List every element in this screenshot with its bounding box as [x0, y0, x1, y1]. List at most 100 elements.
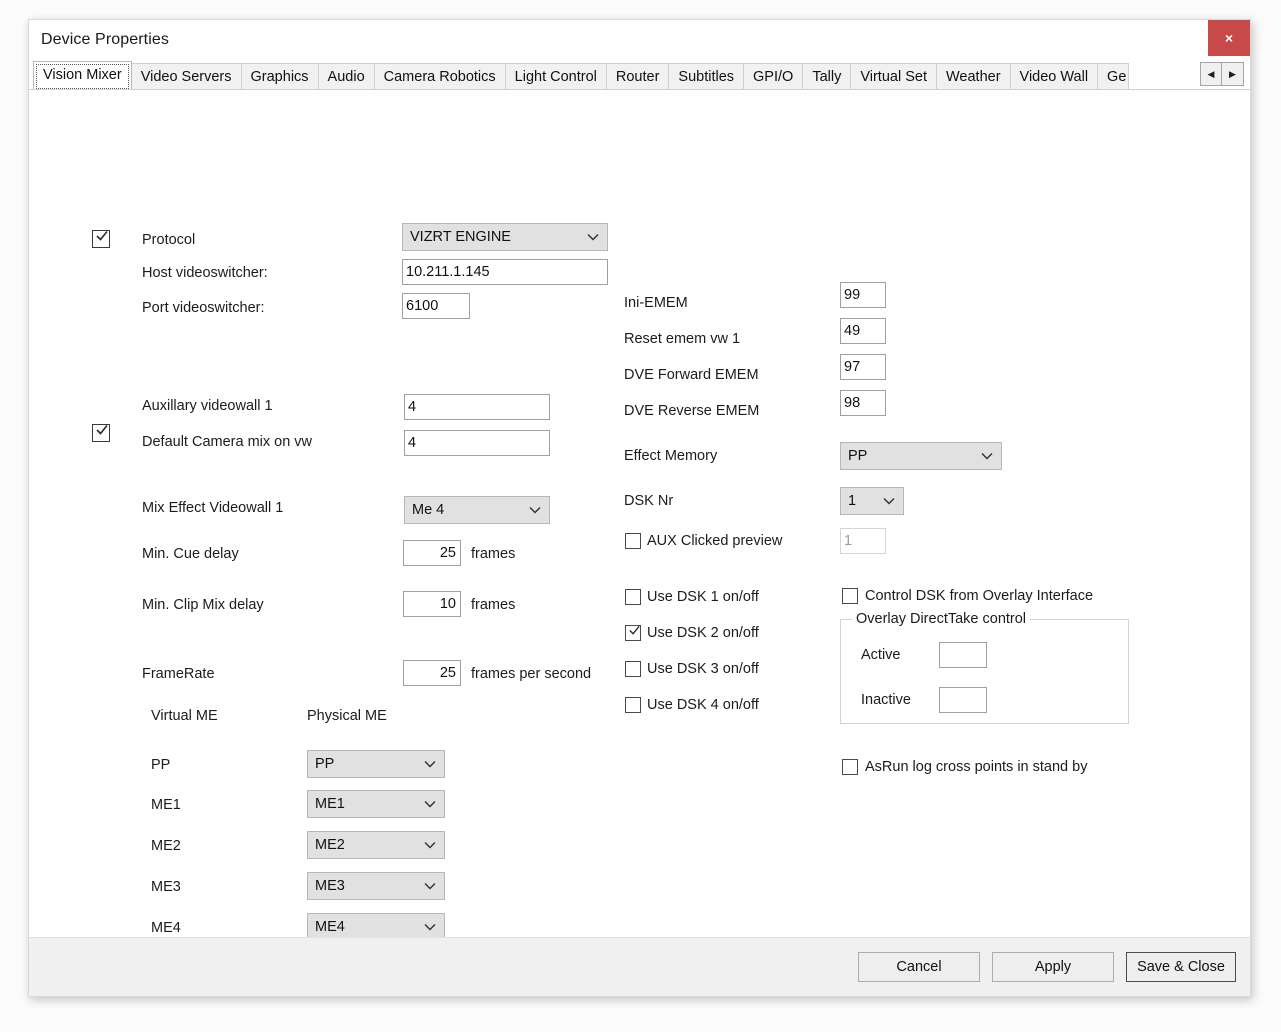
min-cue-delay-label: Min. Cue delay [142, 546, 239, 562]
virtual-me-3: ME3 [151, 879, 181, 895]
physical-me-dropdown-0[interactable]: PP [307, 750, 445, 778]
physical-me-dropdown-4[interactable]: ME4 [307, 913, 445, 940]
tab-camera-robotics[interactable]: Camera Robotics [373, 63, 506, 89]
tab-audio[interactable]: Audio [317, 63, 375, 89]
chevron-down-icon [424, 800, 436, 808]
physical-me-value: ME3 [315, 878, 345, 894]
overlay-inactive-label: Inactive [861, 692, 911, 708]
framerate-label: FrameRate [142, 666, 215, 682]
aux-clicked-preview-input [840, 528, 886, 554]
use-dsk-1-checkbox[interactable] [625, 589, 641, 605]
default-camera-mix-input[interactable] [404, 430, 550, 456]
effect-memory-label: Effect Memory [624, 448, 718, 464]
virtual-me-4: ME4 [151, 920, 181, 936]
protocol-value: VIZRT ENGINE [410, 229, 511, 245]
port-videoswitcher-input[interactable] [402, 293, 470, 319]
tab-scroll-right-icon[interactable]: ▶ [1222, 62, 1244, 86]
dve-reverse-emem-input[interactable] [840, 390, 886, 416]
tab-label: Weather [945, 69, 1001, 85]
device-properties-window: Device Properties × Vision Mixer Video Se… [28, 19, 1251, 997]
save-and-close-button[interactable]: Save & Close [1126, 952, 1236, 982]
chevron-down-icon [883, 497, 895, 505]
protocol-dropdown[interactable]: VIZRT ENGINE [402, 223, 608, 251]
tab-label: Video Wall [1019, 69, 1089, 85]
aux-clicked-preview-label: AUX Clicked preview [647, 533, 783, 549]
ini-emem-label: Ini-EMEM [624, 295, 688, 311]
tab-light-control[interactable]: Light Control [504, 63, 607, 89]
tab-graphics[interactable]: Graphics [240, 63, 319, 89]
screen: Device Properties × Vision Mixer Video Se… [0, 0, 1281, 1032]
use-dsk-3-checkbox[interactable] [625, 661, 641, 677]
tab-label: Camera Robotics [383, 69, 496, 85]
protocol-checkbox[interactable] [92, 230, 110, 248]
physical-me-dropdown-3[interactable]: ME3 [307, 872, 445, 900]
asrun-log-label: AsRun log cross points in stand by [865, 759, 1088, 775]
virtual-me-header: Virtual ME [151, 708, 218, 724]
chevron-down-icon [981, 452, 993, 460]
overlay-active-input[interactable] [939, 642, 987, 668]
apply-button[interactable]: Apply [992, 952, 1114, 982]
tab-label: Virtual Set [860, 69, 927, 85]
min-cue-delay-input[interactable] [403, 540, 461, 566]
chevron-down-icon [424, 923, 436, 931]
physical-me-dropdown-1[interactable]: ME1 [307, 790, 445, 818]
framerate-input[interactable] [403, 660, 461, 686]
dsk-nr-dropdown[interactable]: 1 [840, 487, 904, 515]
tab-label: Vision Mixer [43, 67, 122, 83]
window-title: Device Properties [41, 31, 169, 48]
overlay-inactive-input[interactable] [939, 687, 987, 713]
chevron-down-icon [424, 841, 436, 849]
cancel-button[interactable]: Cancel [858, 952, 980, 982]
tab-video-wall[interactable]: Video Wall [1009, 63, 1099, 89]
host-videoswitcher-input[interactable] [402, 259, 608, 285]
control-dsk-overlay-label: Control DSK from Overlay Interface [865, 588, 1094, 604]
dve-forward-emem-label: DVE Forward EMEM [624, 367, 759, 383]
tab-virtual-set[interactable]: Virtual Set [850, 63, 937, 89]
tab-gpi-o[interactable]: GPI/O [743, 63, 804, 89]
physical-me-value: ME2 [315, 837, 345, 853]
tab-tally[interactable]: Tally [802, 63, 852, 89]
mix-effect-videowall-label: Mix Effect Videowall 1 [142, 500, 284, 516]
port-videoswitcher-label: Port videoswitcher: [142, 300, 265, 316]
chevron-down-icon [424, 760, 436, 768]
tab-subtitles[interactable]: Subtitles [668, 63, 745, 89]
tab-label: Ge [1107, 69, 1127, 85]
close-icon[interactable]: × [1208, 20, 1250, 56]
overlay-active-label: Active [861, 647, 901, 663]
overlay-directtake-group: Overlay DirectTake control Active Inacti… [840, 611, 1129, 724]
min-cue-delay-unit: frames [471, 546, 516, 562]
asrun-log-checkbox[interactable] [842, 759, 858, 775]
tab-scroll-left-icon[interactable]: ◀ [1200, 62, 1222, 86]
mix-effect-videowall-dropdown[interactable]: Me 4 [404, 496, 550, 524]
aux-clicked-preview-checkbox[interactable] [625, 533, 641, 549]
tab-vision-mixer[interactable]: Vision Mixer [33, 61, 132, 89]
tab-label: Light Control [514, 69, 597, 85]
tab-video-servers[interactable]: Video Servers [130, 63, 242, 89]
tab-label: Router [615, 69, 660, 85]
ini-emem-input[interactable] [840, 282, 886, 308]
default-camera-mix-label: Default Camera mix on vw [142, 434, 313, 450]
control-dsk-overlay-checkbox[interactable] [842, 588, 858, 604]
reset-emem-vw1-input[interactable] [840, 318, 886, 344]
tab-ge[interactable]: Ge [1097, 63, 1130, 89]
tab-label: Video Servers [140, 69, 232, 85]
physical-me-dropdown-2[interactable]: ME2 [307, 831, 445, 859]
tab-label: GPI/O [753, 69, 794, 85]
tab-list: Vision Mixer Video Servers Graphics Audio Ca… [33, 61, 1188, 89]
tab-weather[interactable]: Weather [935, 63, 1011, 89]
min-clip-mix-delay-label: Min. Clip Mix delay [142, 597, 264, 613]
tab-scroll-controls: ◀ ▶ [1200, 62, 1244, 86]
virtual-me-0: PP [151, 757, 171, 773]
tab-router[interactable]: Router [605, 63, 670, 89]
dve-forward-emem-input[interactable] [840, 354, 886, 380]
physical-me-value: ME1 [315, 796, 345, 812]
default-camera-mix-checkbox[interactable] [92, 424, 110, 442]
use-dsk-2-checkbox[interactable] [625, 625, 641, 641]
effect-memory-dropdown[interactable]: PP [840, 442, 1002, 470]
min-clip-mix-delay-input[interactable] [403, 591, 461, 617]
auxillary-videowall-input[interactable] [404, 394, 550, 420]
use-dsk-4-checkbox[interactable] [625, 697, 641, 713]
tab-strip: Vision Mixer Video Servers Graphics Audio Ca… [29, 61, 1250, 90]
vision-mixer-pane: Protocol VIZRT ENGINE Host videoswitcher… [29, 90, 1250, 940]
use-dsk-4-label: Use DSK 4 on/off [647, 697, 759, 713]
